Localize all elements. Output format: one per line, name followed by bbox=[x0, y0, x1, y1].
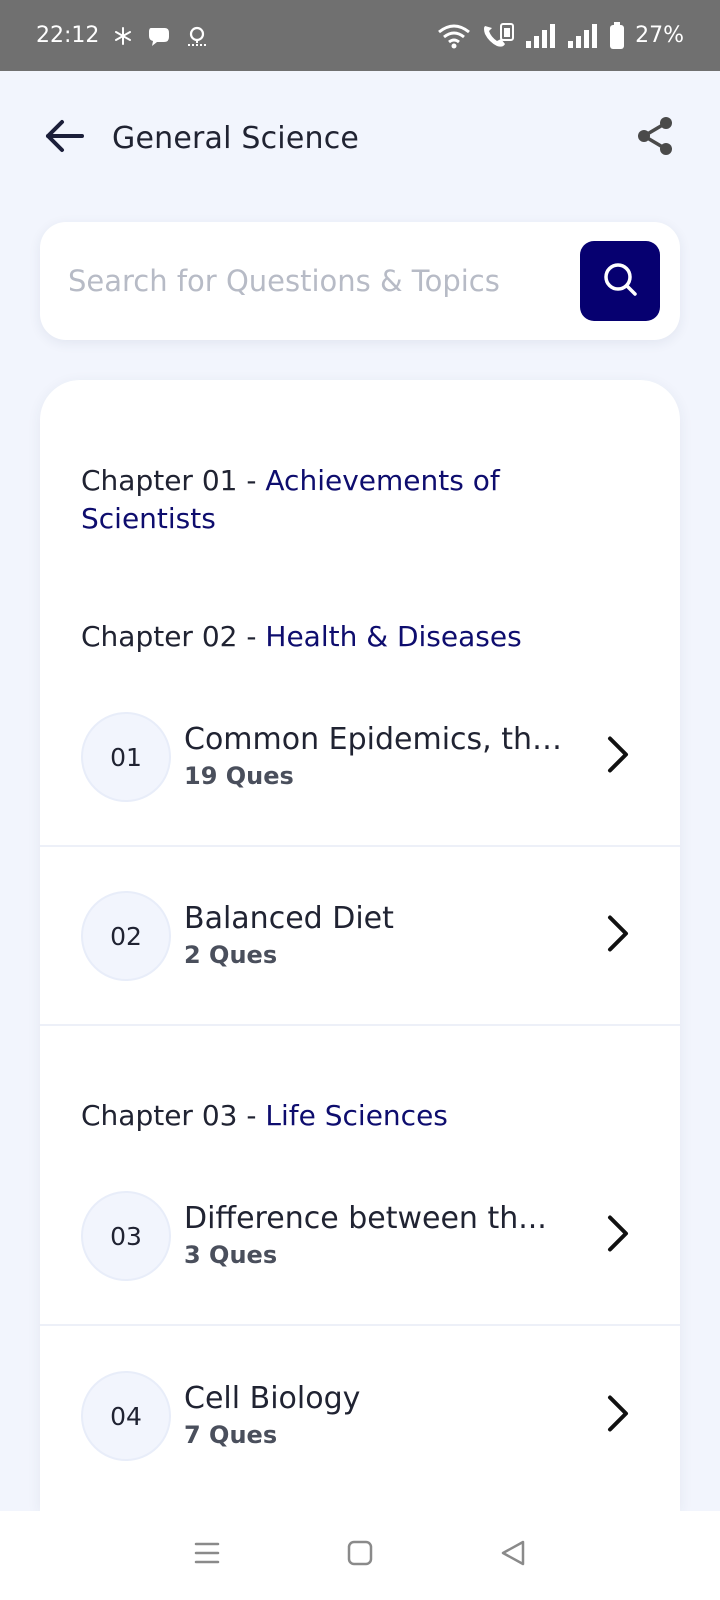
voicemail-icon bbox=[185, 24, 209, 48]
back-nav-button[interactable] bbox=[483, 1526, 543, 1586]
topic-row[interactable]: 01 Common Epidemics, the... 19 Ques bbox=[40, 669, 680, 847]
share-icon bbox=[636, 116, 674, 161]
topic-row[interactable]: 04 Cell Biology 7 Ques bbox=[40, 1327, 680, 1505]
home-button[interactable] bbox=[330, 1526, 390, 1586]
chapter-prefix: Chapter 03 - bbox=[81, 1099, 266, 1132]
chapter-heading[interactable]: Chapter 03 - Life Sciences bbox=[81, 1097, 641, 1135]
app-header: General Science bbox=[0, 71, 720, 205]
recent-apps-button[interactable] bbox=[177, 1526, 237, 1586]
signal-icon bbox=[525, 23, 557, 49]
back-triangle-icon bbox=[499, 1539, 527, 1572]
search-button[interactable] bbox=[580, 241, 660, 321]
home-icon bbox=[346, 1539, 374, 1572]
question-count: 7 Ques bbox=[184, 1421, 278, 1449]
question-count: 19 Ques bbox=[184, 762, 294, 790]
signal-icon bbox=[567, 23, 599, 49]
question-count: 3 Ques bbox=[184, 1241, 278, 1269]
chapter-list: Chapter 01 - Achievements of Scientists … bbox=[40, 380, 680, 1511]
chapter-prefix: Chapter 01 - bbox=[81, 464, 266, 497]
topic-number: 03 bbox=[81, 1191, 171, 1281]
status-time: 22:12 bbox=[36, 23, 100, 48]
wifi-icon bbox=[437, 23, 471, 49]
volte-call-icon bbox=[481, 22, 515, 50]
arrow-left-icon bbox=[44, 118, 86, 159]
topic-title: Balanced Diet bbox=[184, 901, 394, 936]
chapter-name: Life Sciences bbox=[265, 1099, 448, 1132]
search-input[interactable] bbox=[68, 264, 580, 298]
page-title: General Science bbox=[112, 120, 360, 156]
chapter-prefix: Chapter 02 - bbox=[81, 620, 266, 653]
chevron-right-icon bbox=[606, 915, 630, 958]
search-icon bbox=[600, 259, 640, 304]
chevron-right-icon bbox=[606, 1395, 630, 1438]
topic-title: Difference between th... bbox=[184, 1201, 547, 1236]
topic-number: 02 bbox=[81, 891, 171, 981]
share-button[interactable] bbox=[630, 113, 680, 163]
system-nav-bar bbox=[0, 1511, 720, 1600]
chat-bubble-icon bbox=[147, 24, 171, 48]
topic-number: 01 bbox=[81, 712, 171, 802]
recent-apps-icon bbox=[193, 1539, 221, 1572]
topic-row[interactable]: 02 Balanced Diet 2 Ques bbox=[40, 848, 680, 1026]
topic-number: 04 bbox=[81, 1371, 171, 1461]
question-count: 2 Ques bbox=[184, 941, 278, 969]
chapter-heading[interactable]: Chapter 01 - Achievements of Scientists bbox=[81, 462, 641, 538]
chevron-right-icon bbox=[606, 1215, 630, 1258]
chevron-right-icon bbox=[606, 736, 630, 779]
topic-row[interactable]: 03 Difference between th... 3 Ques bbox=[40, 1148, 680, 1326]
topic-title: Common Epidemics, the... bbox=[184, 722, 574, 757]
chapter-heading[interactable]: Chapter 02 - Health & Diseases bbox=[81, 618, 641, 656]
status-bar: 22:12 27% bbox=[0, 0, 720, 71]
pinwheel-icon bbox=[113, 26, 133, 46]
battery-percent: 27% bbox=[635, 23, 684, 48]
chapter-name: Health & Diseases bbox=[265, 620, 522, 653]
back-button[interactable] bbox=[40, 113, 90, 163]
search-bar bbox=[40, 222, 680, 340]
topic-title: Cell Biology bbox=[184, 1381, 361, 1416]
battery-icon bbox=[609, 21, 625, 50]
